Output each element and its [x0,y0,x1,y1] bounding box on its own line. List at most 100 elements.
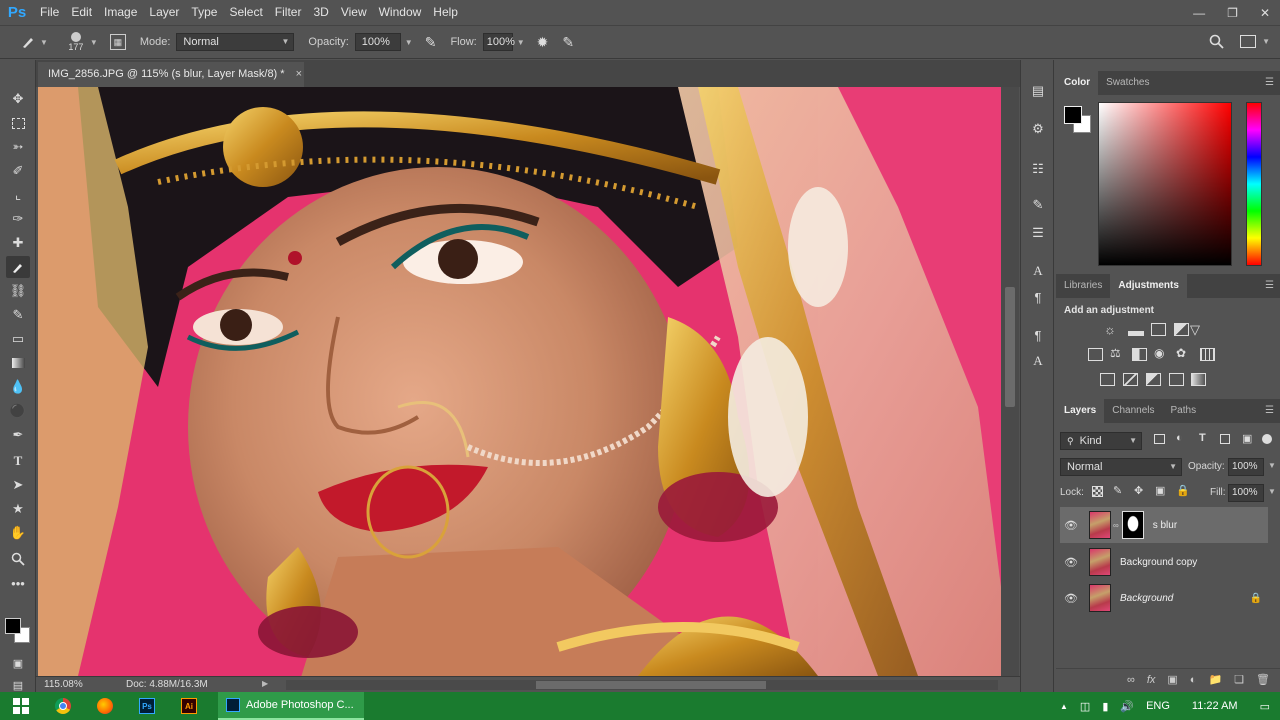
document-tab[interactable]: IMG_2856.JPG @ 115% (s blur, Layer Mask/… [38,62,304,87]
curves-icon[interactable] [1151,323,1166,336]
hue-slider[interactable] [1246,102,1262,266]
pressure-opacity-icon[interactable]: ✎ [425,34,437,51]
paragraph-panel-icon[interactable]: ¶ [1029,288,1047,306]
menu-help[interactable]: Help [427,0,464,25]
flow-input[interactable]: 100% [482,33,515,51]
visibility-eye-icon[interactable]: 👁 [1060,556,1082,569]
zoom-tool-icon[interactable] [6,548,30,570]
menu-window[interactable]: Window [373,0,428,25]
photoshop-taskbar-icon[interactable]: Ps [136,696,158,716]
lasso-tool-icon[interactable]: ➳ [6,136,30,158]
layer-filter-kind-dropdown[interactable]: ⚲ Kind ▼ [1060,432,1142,450]
lock-all-icon[interactable]: 🔒 [1176,484,1190,497]
properties-panel-icon[interactable]: ⚙ [1029,120,1047,138]
horizontal-scroll-thumb[interactable] [536,681,766,689]
action-center-icon[interactable]: ▭ [1260,700,1270,713]
delete-layer-icon[interactable]: 🗑 [1256,673,1270,686]
minimize-icon[interactable]: — [1193,6,1205,20]
menu-filter[interactable]: Filter [269,0,308,25]
layer-style-fx-icon[interactable]: fx [1147,674,1156,686]
opacity-input[interactable]: 100% [354,33,401,51]
menu-image[interactable]: Image [98,0,143,25]
horizontal-scrollbar[interactable] [286,680,998,690]
clone-source-panel-icon[interactable]: ☰ [1029,224,1047,242]
layer-name[interactable]: Background [1120,593,1173,604]
tab-color[interactable]: Color [1056,71,1099,95]
hand-tool-icon[interactable]: ✋ [6,522,30,544]
character-panel-icon[interactable]: A [1029,262,1047,280]
close-tab-icon[interactable]: × [296,68,302,80]
color-field[interactable] [1098,102,1232,266]
pressure-size-icon[interactable]: ✎ [562,34,574,51]
vibrance-icon[interactable]: ▽ [1190,322,1200,338]
filter-adjustment-icon[interactable]: ◐ [1176,432,1183,444]
panel-menu-icon[interactable]: ☰ [1265,77,1274,88]
panel-menu-icon[interactable]: ☰ [1265,405,1274,416]
tab-libraries[interactable]: Libraries [1056,274,1110,298]
menu-edit[interactable]: Edit [65,0,98,25]
tab-paths[interactable]: Paths [1163,399,1205,423]
menu-view[interactable]: View [335,0,373,25]
healing-brush-tool-icon[interactable]: ✚ [6,232,30,254]
layer-row-s-blur[interactable]: 👁 ∞ s blur [1060,507,1268,543]
quick-selection-tool-icon[interactable]: ✐ [6,160,30,182]
blend-mode-dropdown[interactable]: Normal ▼ [1060,458,1182,476]
custom-shape-tool-icon[interactable]: ★ [6,498,30,520]
layer-name[interactable]: Background copy [1120,557,1197,568]
mode-dropdown[interactable]: Normal ▼ [176,33,295,51]
more-tools-icon[interactable]: ••• [6,572,30,594]
layer-name[interactable]: s blur [1153,520,1177,531]
gradient-map-icon[interactable] [1191,373,1206,386]
taskbar-active-window[interactable]: Adobe Photoshop C... [218,692,364,720]
black-white-icon[interactable] [1132,348,1147,361]
close-icon[interactable]: ✕ [1260,6,1270,20]
path-selection-tool-icon[interactable]: ➤ [6,474,30,496]
menu-layer[interactable]: Layer [143,0,185,25]
document-size[interactable]: Doc: 4.88M/16.3M [126,679,208,690]
chevron-down-icon[interactable]: ▼ [40,38,48,47]
channel-mixer-icon[interactable]: ✿ [1176,346,1186,360]
menu-select[interactable]: Select [223,0,268,25]
scroll-thumb[interactable] [1005,287,1015,407]
brush-panel-toggle-icon[interactable]: ▦ [109,34,126,50]
layer-row-background-copy[interactable]: 👁 Background copy [1060,544,1268,580]
info-panel-icon[interactable]: ☷ [1029,160,1047,178]
new-adjustment-layer-icon[interactable]: ◐ [1190,674,1197,686]
firefox-icon[interactable] [94,696,116,716]
menu-3d[interactable]: 3D [307,0,334,25]
tab-channels[interactable]: Channels [1104,399,1162,423]
chevron-down-icon[interactable]: ▼ [1268,487,1276,496]
tab-adjustments[interactable]: Adjustments [1110,274,1187,298]
restore-icon[interactable]: ❐ [1227,6,1238,20]
eraser-tool-icon[interactable]: ▭ [6,328,30,350]
foreground-color-swatch[interactable] [5,618,21,634]
gradient-tool-icon[interactable] [6,352,30,374]
history-brush-tool-icon[interactable]: ✎ [6,304,30,326]
chevron-down-icon[interactable]: ▼ [405,38,413,47]
lock-artboard-icon[interactable]: ▣ [1155,484,1165,497]
brush-size-picker[interactable]: 177 [64,32,88,52]
new-group-icon[interactable]: 📁 [1208,673,1222,686]
levels-icon[interactable] [1128,324,1144,336]
menu-file[interactable]: File [34,0,65,25]
chevron-down-icon[interactable]: ▼ [1268,461,1276,470]
filter-toggle-icon[interactable] [1262,434,1272,444]
chevron-down-icon[interactable]: ▼ [1262,37,1270,46]
volume-icon[interactable]: 🔊 [1120,700,1134,713]
posterize-icon[interactable] [1123,373,1138,386]
layer-row-background[interactable]: 👁 Background 🔒 [1060,580,1268,616]
filter-type-icon[interactable]: T [1199,432,1206,444]
document-canvas[interactable] [38,87,1001,676]
type-tool-icon[interactable]: T [6,450,30,472]
selective-color-icon[interactable] [1169,373,1184,386]
language-indicator[interactable]: ENG [1146,700,1170,712]
chevron-down-icon[interactable]: ▼ [517,38,525,47]
layer-mask-thumbnail[interactable] [1121,511,1144,539]
new-layer-icon[interactable]: ❏ [1234,673,1244,686]
clock[interactable]: 11:22 AM [1192,700,1238,712]
paragraph-styles-panel-icon[interactable]: ¶ [1029,326,1047,344]
character-styles-panel-icon[interactable]: A [1029,352,1047,370]
foreground-color-chip[interactable] [1064,106,1082,124]
eyedropper-tool-icon[interactable]: ✑ [6,208,30,230]
status-menu-arrow-icon[interactable]: ▶ [262,679,268,688]
